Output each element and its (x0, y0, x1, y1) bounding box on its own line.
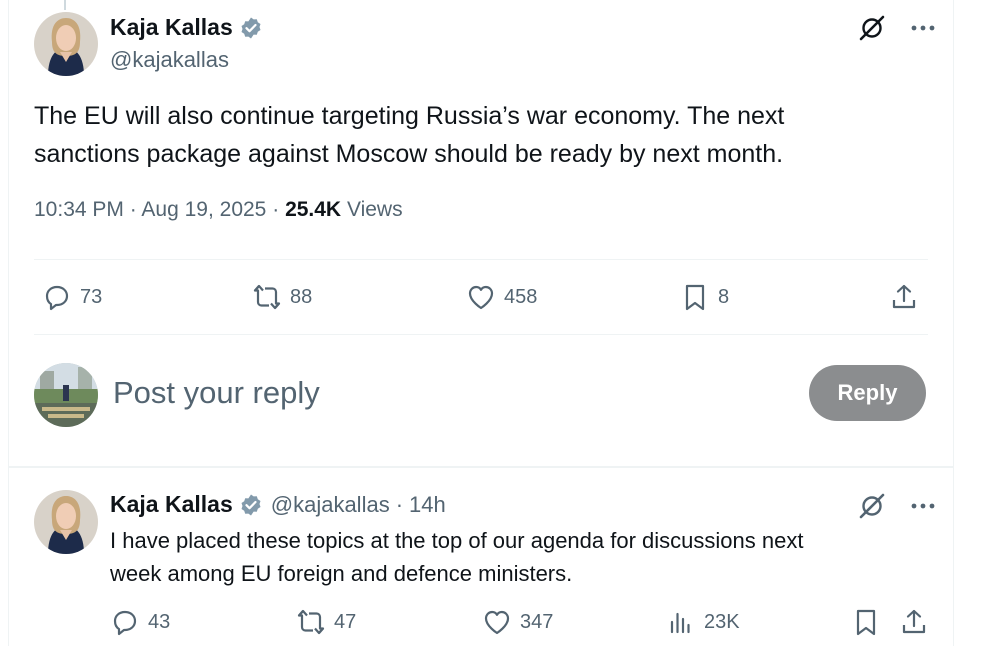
like-count: 347 (520, 610, 554, 633)
reply-author-avatar[interactable] (34, 490, 98, 554)
views-count: 25.4K (285, 198, 342, 221)
like-action[interactable]: 458 (466, 282, 537, 312)
tweet-text-line: sanctions package against Moscow should … (34, 140, 784, 168)
author-handle[interactable]: @kajakallas (110, 47, 229, 73)
grok-icon[interactable] (858, 492, 886, 520)
repost-count: 88 (290, 285, 313, 308)
tweet-meta: 10:34 PM · Aug 19, 2025 · 25.4K Views (34, 198, 403, 222)
grok-icon[interactable] (858, 14, 886, 42)
tweet-text-line: The EU will also continue targeting Russ… (34, 102, 785, 130)
thread-connector-line (64, 0, 66, 10)
bookmark-count: 8 (718, 285, 730, 308)
reply-count: 43 (148, 610, 171, 633)
verified-badge-icon[interactable] (239, 493, 263, 517)
repost-icon (297, 609, 325, 635)
reply-icon (113, 610, 137, 636)
reply-views-action[interactable]: 23K (666, 607, 740, 637)
verified-badge-icon[interactable] (239, 16, 263, 40)
meta-separator: · (272, 198, 280, 221)
reply-like-action[interactable]: 347 (482, 607, 553, 637)
reply-reply-action[interactable]: 43 (110, 607, 170, 637)
reply-icon (45, 285, 69, 311)
share-icon (902, 609, 926, 634)
share-action[interactable] (889, 282, 919, 312)
views-count: 23K (704, 610, 740, 633)
reply-text-line: week among EU foreign and defence minist… (110, 561, 573, 586)
reply-text-line: I have placed these topics at the top of… (110, 528, 804, 553)
divider (34, 259, 928, 260)
tweet-top-actions (858, 14, 936, 42)
bookmark-icon (685, 284, 705, 311)
views-icon (670, 612, 690, 634)
reply-author-row: Kaja Kallas @kajakallas · 14h (110, 491, 446, 518)
reply-author-handle[interactable]: @kajakallas (271, 492, 390, 518)
tweet-date[interactable]: Aug 19, 2025 (141, 198, 266, 221)
meta-separator: · (395, 491, 404, 517)
meta-separator: · (129, 198, 137, 221)
reply-top-actions (858, 492, 936, 520)
reply-repost-action[interactable]: 47 (296, 607, 356, 637)
like-count: 458 (504, 285, 538, 308)
reply-button[interactable]: Reply (809, 365, 926, 421)
bookmark-icon (856, 609, 876, 636)
author-name[interactable]: Kaja Kallas (110, 14, 233, 41)
reply-share-action[interactable] (899, 607, 929, 637)
author-avatar[interactable] (34, 12, 98, 76)
reply-action[interactable]: 73 (42, 282, 102, 312)
like-icon (468, 285, 494, 310)
repost-action[interactable]: 88 (252, 282, 312, 312)
views-label: Views (346, 198, 403, 221)
repost-count: 47 (334, 610, 357, 633)
current-user-avatar[interactable] (34, 363, 98, 427)
reply-bookmark-action[interactable] (851, 607, 881, 637)
tweet-time[interactable]: 10:34 PM (34, 198, 124, 221)
tweet-text: The EU will also continue targeting Russ… (34, 97, 784, 173)
reply-count: 73 (80, 285, 103, 308)
share-icon (892, 284, 916, 309)
more-icon[interactable] (910, 493, 936, 519)
more-icon[interactable] (910, 15, 936, 41)
like-icon (484, 610, 510, 635)
reply-age[interactable]: 14h (409, 492, 446, 518)
repost-icon (253, 284, 281, 310)
bookmark-action[interactable]: 8 (680, 282, 729, 312)
reply-author-name[interactable]: Kaja Kallas (110, 491, 233, 518)
reply-input[interactable] (113, 370, 773, 416)
divider (34, 334, 928, 335)
author-name-row: Kaja Kallas (110, 14, 263, 41)
section-divider (8, 466, 954, 468)
reply-text: I have placed these topics at the top of… (110, 524, 803, 590)
